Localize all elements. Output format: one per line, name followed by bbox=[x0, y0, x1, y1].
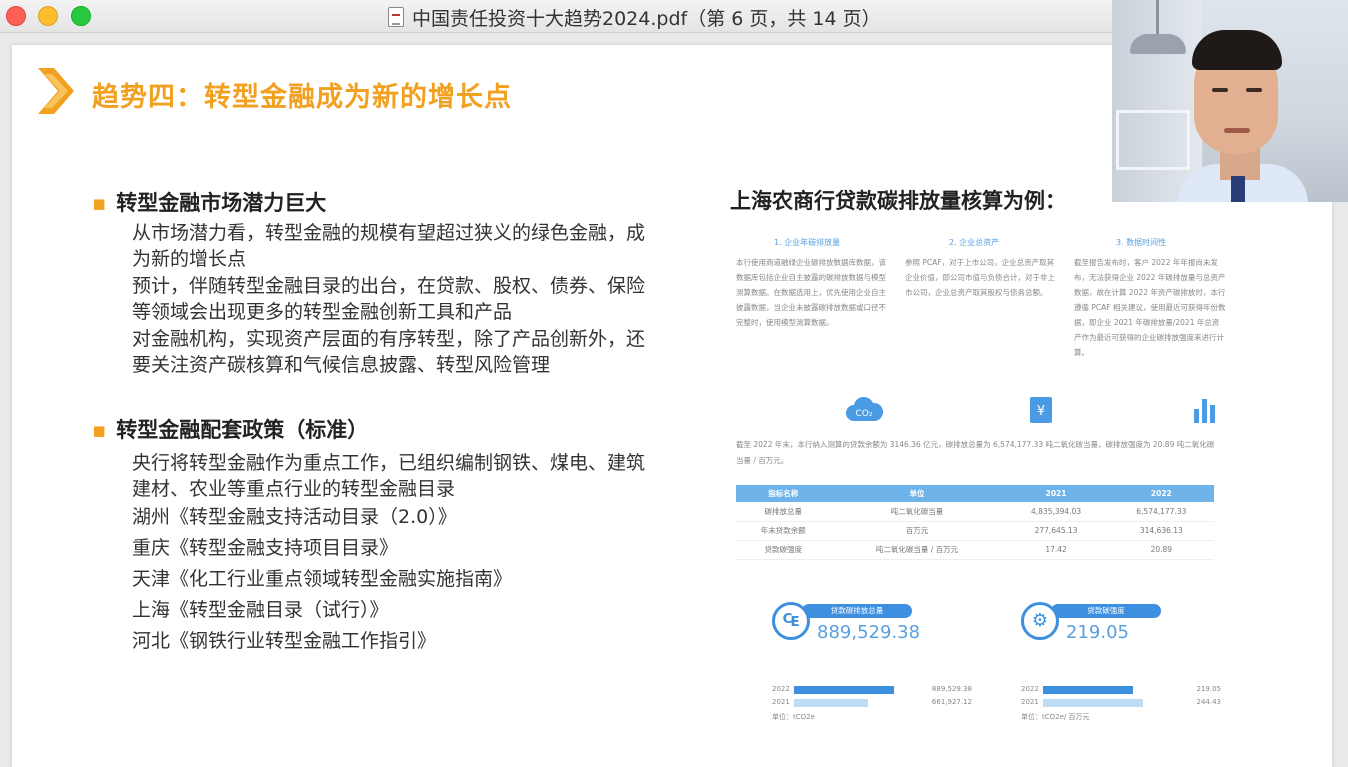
column-header: 1. 企业年碳排放量 bbox=[774, 238, 841, 247]
table-cell: 吨二氧化碳当量 / 百万元 bbox=[830, 540, 1004, 560]
case-title: 上海农商行贷款碳排放量核算为例： bbox=[730, 189, 1066, 213]
paragraph: 对金融机构，实现资产层面的有序转型，除了产品创新外，还要关注资产碳核算和气候信息… bbox=[132, 328, 646, 376]
carbon-table: 指标名称 单位 2021 2022 碳排放总量 吨二氧化碳当量 4,835,39… bbox=[736, 485, 1214, 560]
card-badge: 贷款碳强度 bbox=[1051, 604, 1161, 618]
bar-fill bbox=[794, 686, 894, 694]
window-title-text: 中国责任投资十大趋势2024.pdf（第 6 页，共 14 页） bbox=[412, 7, 881, 30]
pdf-file-icon bbox=[388, 7, 404, 27]
svg-text:¥: ¥ bbox=[1037, 404, 1045, 419]
card-value: 889,529.38 bbox=[817, 622, 921, 643]
table-cell: 年末贷款余额 bbox=[736, 521, 831, 541]
section-title-text: 转型金融配套政策（标准） bbox=[116, 418, 369, 442]
table-cell: 314,636.13 bbox=[1108, 521, 1214, 541]
ceiling-lamp bbox=[1130, 34, 1186, 54]
minimize-window-button[interactable] bbox=[38, 6, 58, 26]
bar-row: 2021 244.43 bbox=[1021, 698, 1221, 708]
bar-value: 219.05 bbox=[1196, 685, 1222, 693]
column-header: 3. 数据时间性 bbox=[1116, 238, 1167, 247]
gear-leaf-icon: ⚙ bbox=[1021, 602, 1059, 640]
bar-value: 889,529.38 bbox=[931, 685, 972, 693]
bar-fill bbox=[1043, 686, 1133, 694]
column-text: 截至报告发布时，客户 2022 年年报尚未发布，无法获得企业 2022 年碳排放… bbox=[1074, 258, 1226, 357]
chevron-right-icon bbox=[38, 68, 74, 114]
zoom-window-button[interactable] bbox=[71, 6, 91, 26]
table-cell: 6,574,177.33 bbox=[1108, 502, 1214, 522]
column-text: 本行使用商道融绿企业碳排放数据库数据，该数据库包括企业自主披露的碳排放数据与模型… bbox=[736, 258, 886, 327]
policy-item: 天津《化工行业重点领域转型金融实施指南》 bbox=[132, 568, 513, 590]
policy-item: 重庆《转型金融支持项目目录》 bbox=[132, 537, 399, 559]
presenter-mouth bbox=[1224, 128, 1250, 133]
bar-row: 2021 661,927.12 bbox=[772, 698, 972, 708]
table-cell: 百万元 bbox=[830, 521, 1004, 541]
table-row: 碳排放总量 吨二氧化碳当量 4,835,394.03 6,574,177.33 bbox=[736, 502, 1214, 522]
webcam-video bbox=[1112, 0, 1348, 202]
table-row: 贷款碳强度 吨二氧化碳当量 / 百万元 17.42 20.89 bbox=[736, 540, 1214, 560]
table-cell: 20.89 bbox=[1108, 540, 1214, 560]
emission-total-card: 贷款碳排放总量 ₠ 889,529.38 2022 889,529.38 202… bbox=[772, 600, 982, 730]
bar-row: 2022 889,529.38 bbox=[772, 685, 972, 695]
presenter-eye bbox=[1212, 88, 1228, 92]
column-header: 2022 bbox=[1108, 485, 1214, 502]
co2-cloud-icon: CO₂ bbox=[846, 396, 884, 421]
card-unit: 单位：tCO2e bbox=[772, 713, 815, 721]
table-cell: 碳排放总量 bbox=[736, 502, 831, 522]
bar-row: 2022 219.05 bbox=[1021, 685, 1221, 695]
table-cell: 17.42 bbox=[1003, 540, 1109, 560]
page-heading: 趋势四：转型金融成为新的增长点 bbox=[92, 82, 512, 113]
wall-shelf bbox=[1116, 110, 1190, 170]
column-header: 2021 bbox=[1003, 485, 1109, 502]
column-text: 参照 PCAF，对于上市公司，企业总资产取其企业价值，即公司市值与负债合计，对于… bbox=[905, 258, 1055, 297]
card-value: 219.05 bbox=[1066, 622, 1129, 643]
presenter-hair bbox=[1192, 30, 1282, 70]
section-title-policy: ▪ 转型金融配套政策（标准） bbox=[92, 414, 368, 444]
bullet-dot: ▪ bbox=[92, 418, 107, 442]
policy-item: 湖州《转型金融支持活动目录（2.0）》 bbox=[132, 506, 457, 528]
presenter-eye bbox=[1246, 88, 1262, 92]
leaf-icon: ₠ bbox=[772, 602, 810, 640]
embedded-report-image: 1. 企业年碳排放量 2. 企业总资产 3. 数据时间性 本行使用商道融绿企业碳… bbox=[724, 230, 1244, 760]
table-row: 年末贷款余额 百万元 277,645.13 314,636.13 bbox=[736, 521, 1214, 541]
table-header-row: 指标名称 单位 2021 2022 bbox=[736, 485, 1214, 502]
paragraph: 从市场潜力看，转型金融的规模有望超过狭义的绿色金融，成为新的增长点 bbox=[132, 222, 646, 270]
policy-item: 河北《钢铁行业转型金融工作指引》 bbox=[132, 630, 437, 652]
close-window-button[interactable] bbox=[6, 6, 26, 26]
section-title-text: 转型金融市场潜力巨大 bbox=[116, 191, 327, 215]
card-badge: 贷款碳排放总量 bbox=[802, 604, 912, 618]
bar-chart-icon bbox=[1194, 399, 1215, 423]
emission-intensity-card: 贷款碳强度 ⚙ 219.05 2022 219.05 2021 244.43 单… bbox=[1021, 600, 1231, 730]
column-header: 单位 bbox=[830, 485, 1004, 502]
yuan-document-icon: ¥ bbox=[1030, 397, 1052, 423]
card-unit: 单位：tCO2e/ 百万元 bbox=[1021, 713, 1090, 721]
bar-year: 2022 bbox=[772, 685, 790, 693]
window-title: 中国责任投资十大趋势2024.pdf（第 6 页，共 14 页） bbox=[388, 5, 881, 30]
bullet-dot: ▪ bbox=[92, 191, 107, 215]
column-header: 2. 企业总资产 bbox=[949, 238, 1000, 247]
table-cell: 277,645.13 bbox=[1003, 521, 1109, 541]
co2-label: CO₂ bbox=[856, 409, 873, 419]
bar-year: 2021 bbox=[772, 698, 790, 706]
table-cell: 吨二氧化碳当量 bbox=[830, 502, 1004, 522]
lamp-cord bbox=[1156, 0, 1159, 36]
bar-year: 2022 bbox=[1021, 685, 1039, 693]
section-title-market: ▪ 转型金融市场潜力巨大 bbox=[92, 187, 326, 217]
bar-value: 661,927.12 bbox=[931, 698, 972, 706]
policy-item: 上海《转型金融目录（试行）》 bbox=[132, 599, 389, 621]
bar-fill bbox=[1043, 699, 1143, 707]
bar-value: 244.43 bbox=[1196, 698, 1222, 706]
bar-fill bbox=[794, 699, 868, 707]
table-cell: 4,835,394.03 bbox=[1003, 502, 1109, 522]
presenter-tie bbox=[1231, 176, 1245, 202]
column-header: 指标名称 bbox=[736, 485, 831, 502]
table-cell: 贷款碳强度 bbox=[736, 540, 831, 560]
summary-text: 截至 2022 年末，本行纳入测算的贷款余额为 3146.36 亿元，碳排放总量… bbox=[736, 440, 1215, 465]
policy-item: 央行将转型金融作为重点工作，已组织编制钢铁、煤电、建筑建材、农业等重点行业的转型… bbox=[132, 452, 646, 500]
bar-year: 2021 bbox=[1021, 698, 1039, 706]
paragraph: 预计，伴随转型金融目录的出台，在贷款、股权、债券、保险等领域会出现更多的转型金融… bbox=[132, 275, 646, 323]
